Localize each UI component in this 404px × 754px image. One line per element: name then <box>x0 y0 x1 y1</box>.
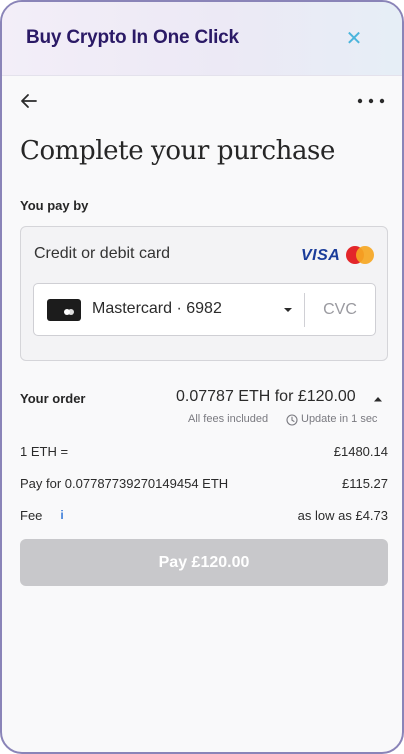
top-navigation <box>2 86 402 116</box>
ellipsis-icon[interactable] <box>354 90 388 112</box>
selected-card-name: Mastercard · 6982 <box>92 300 222 317</box>
payment-method-card: Credit or debit card VISA Mastercard · 6… <box>20 226 388 361</box>
row-value: as low as £4.73 <box>297 508 388 523</box>
row-label: Fee <box>20 508 43 523</box>
row-label: 1 ETH = <box>20 444 69 459</box>
caret-up-icon[interactable] <box>373 395 383 403</box>
row-value: £115.27 <box>341 476 388 491</box>
header: Buy Crypto In One Click ✕ <box>2 2 402 76</box>
clock-icon <box>286 414 298 426</box>
pay-method-label: You pay by <box>20 198 89 213</box>
exchange-rate-row: 1 ETH = £1480.14 <box>20 444 388 459</box>
header-title: Buy Crypto In One Click <box>26 27 239 48</box>
cvc-input[interactable] <box>309 292 371 328</box>
order-summary: 0.07787 ETH for £120.00 <box>176 388 356 405</box>
visa-logo: VISA <box>301 247 341 264</box>
crypto-amount-row: Pay for 0.07787739270149454 ETH £115.27 <box>20 476 388 491</box>
field-divider <box>304 293 305 327</box>
fee-row: Fee i as low as £4.73 <box>20 508 388 523</box>
widget-frame: Buy Crypto In One Click ✕ Complete your … <box>0 0 404 754</box>
mastercard-logo <box>346 246 374 264</box>
saved-card-selector[interactable]: Mastercard · 6982 <box>33 283 376 336</box>
close-icon[interactable]: ✕ <box>344 29 364 49</box>
rate-update-note: Update in 1 sec <box>301 413 378 425</box>
arrow-left-icon[interactable] <box>18 90 40 112</box>
row-value: £1480.14 <box>333 444 388 459</box>
chevron-down-icon[interactable] <box>282 305 294 315</box>
order-label: Your order <box>20 391 86 406</box>
card-chip-icon <box>47 299 81 321</box>
info-icon[interactable]: i <box>55 508 69 522</box>
pay-button[interactable]: Pay £120.00 <box>20 539 388 586</box>
fees-note: All fees included <box>188 413 269 425</box>
card-type-label: Credit or debit card <box>34 245 171 262</box>
row-label: Pay for 0.07787739270149454 ETH <box>20 476 229 491</box>
page-title: Complete your purchase <box>20 136 335 166</box>
